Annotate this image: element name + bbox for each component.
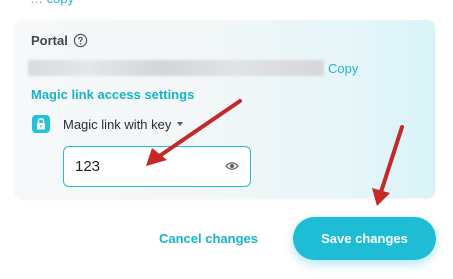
magic-link-mode-select[interactable]: Magic link with key	[63, 116, 184, 132]
magic-link-mode-value: Magic link with key	[63, 116, 172, 132]
eye-icon[interactable]	[225, 160, 239, 172]
portal-label: Portal	[31, 33, 68, 48]
magic-link-key-input[interactable]	[63, 146, 251, 187]
portal-url-redacted	[28, 60, 324, 76]
help-circle-icon[interactable]	[73, 33, 88, 48]
magic-link-section-title: Magic link access settings	[31, 87, 195, 102]
caret-down-icon	[177, 122, 184, 126]
cancel-changes-button[interactable]: Cancel changes	[159, 231, 258, 246]
top-text-fragment: … copy	[30, 0, 74, 6]
top-fragment-link[interactable]: copy	[47, 0, 74, 6]
top-fragment-text: …	[30, 0, 43, 6]
copy-link[interactable]: Copy	[328, 61, 358, 76]
lock-icon	[32, 115, 50, 133]
save-changes-button[interactable]: Save changes	[293, 217, 436, 260]
